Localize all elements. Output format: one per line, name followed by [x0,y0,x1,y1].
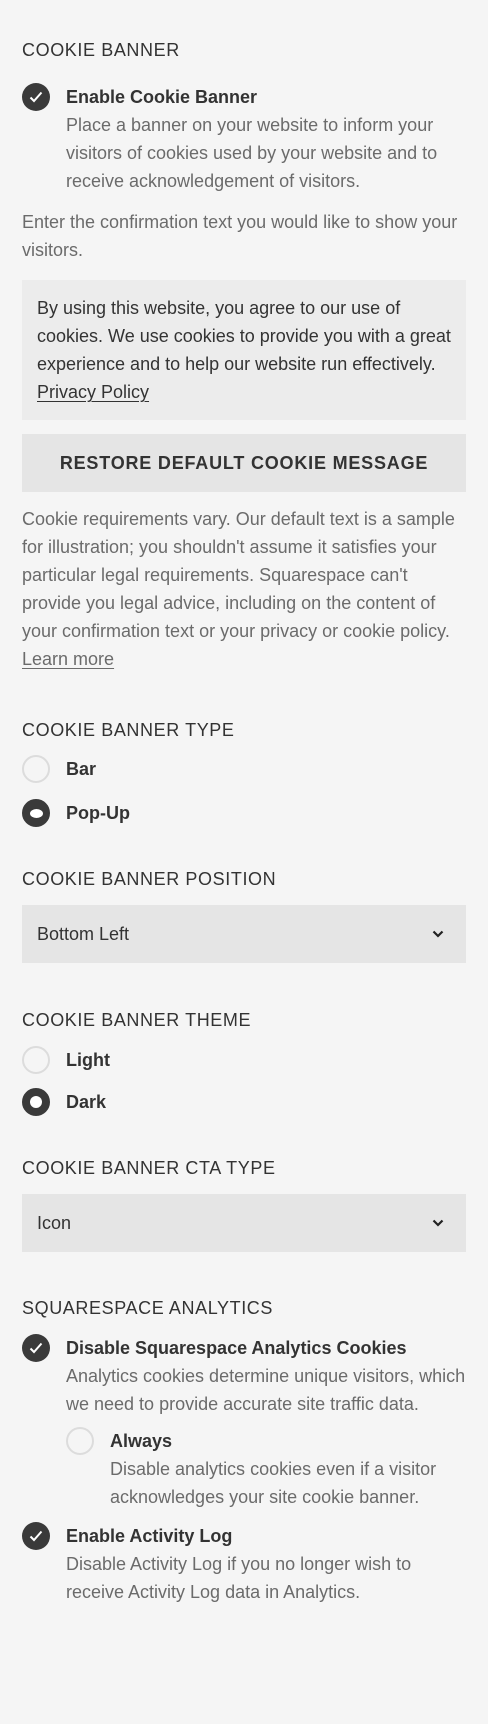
checkmark-icon [29,1530,43,1542]
enable-activity-log-description: Disable Activity Log if you no longer wi… [66,1554,412,1602]
disable-analytics-cookies-checkbox[interactable] [22,1334,50,1362]
confirmation-text-prompt: Enter the confirmation text you would li… [22,212,458,260]
banner-type-option-bar[interactable]: Bar [22,755,466,783]
banner-theme-light-radio[interactable] [22,1046,50,1074]
banner-type-popup-radio[interactable] [22,799,50,827]
learn-more-link[interactable]: Learn more [22,649,114,669]
enable-cookie-banner-checkbox[interactable] [22,83,50,111]
banner-theme-light-label: Light [66,1050,110,1070]
banner-type-bar-radio[interactable] [22,755,50,783]
enable-cookie-banner-label: Enable Cookie Banner [66,87,258,107]
banner-type-popup-label: Pop-Up [66,803,130,823]
banner-type-bar-label: Bar [66,759,97,779]
always-disable-analytics-option[interactable]: Always Disable analytics cookies even if… [66,1427,466,1511]
always-disable-analytics-label: Always [110,1431,173,1451]
cookie-banner-theme-heading: COOKIE BANNER THEME [22,1010,252,1030]
disable-analytics-cookies-option[interactable]: Disable Squarespace Analytics Cookies An… [22,1334,466,1418]
always-disable-analytics-checkbox[interactable] [66,1427,94,1455]
always-disable-analytics-description: Disable analytics cookies even if a visi… [110,1459,437,1507]
banner-theme-dark-radio[interactable] [22,1088,50,1116]
cookie-banner-cta-type-heading: COOKIE BANNER CTA TYPE [22,1158,276,1178]
banner-theme-dark-label: Dark [66,1092,107,1112]
enable-cookie-banner-description: Place a banner on your website to inform… [66,115,438,191]
cookie-banner-position-heading: COOKIE BANNER POSITION [22,869,277,889]
enable-cookie-banner-option[interactable]: Enable Cookie Banner Place a banner on y… [22,83,466,195]
privacy-policy-link[interactable]: Privacy Policy [37,382,149,402]
cookie-disclaimer-text: Cookie requirements vary. Our default te… [22,509,455,641]
cta-type-value: Icon [37,1212,72,1233]
chevron-down-icon [432,1219,444,1227]
banner-position-value: Bottom Left [37,923,130,944]
disable-analytics-cookies-description: Analytics cookies determine unique visit… [66,1366,466,1414]
banner-position-select[interactable]: Bottom Left [22,905,466,963]
enable-activity-log-option[interactable]: Enable Activity Log Disable Activity Log… [22,1522,466,1606]
enable-activity-log-label: Enable Activity Log [66,1526,233,1546]
banner-theme-option-light[interactable]: Light [22,1046,466,1074]
disable-analytics-cookies-label: Disable Squarespace Analytics Cookies [66,1338,407,1358]
enable-activity-log-checkbox[interactable] [22,1522,50,1550]
cookie-banner-heading: COOKIE BANNER [22,40,180,60]
cookie-message-editor[interactable]: By using this website, you agree to our … [22,280,466,420]
squarespace-analytics-heading: SQUARESPACE ANALYTICS [22,1298,274,1318]
banner-theme-option-dark[interactable]: Dark [22,1088,466,1116]
cookie-disclaimer: Cookie requirements vary. Our default te… [22,505,466,673]
chevron-down-icon [432,930,444,938]
cookie-banner-type-heading: COOKIE BANNER TYPE [22,720,235,740]
checkmark-icon [29,91,43,103]
restore-default-cookie-message-button[interactable]: RESTORE DEFAULT COOKIE MESSAGE [22,434,466,492]
checkmark-icon [29,1342,43,1354]
banner-type-option-popup[interactable]: Pop-Up [22,799,466,827]
cookie-message-text: By using this website, you agree to our … [37,298,451,374]
cta-type-select[interactable]: Icon [22,1194,466,1252]
